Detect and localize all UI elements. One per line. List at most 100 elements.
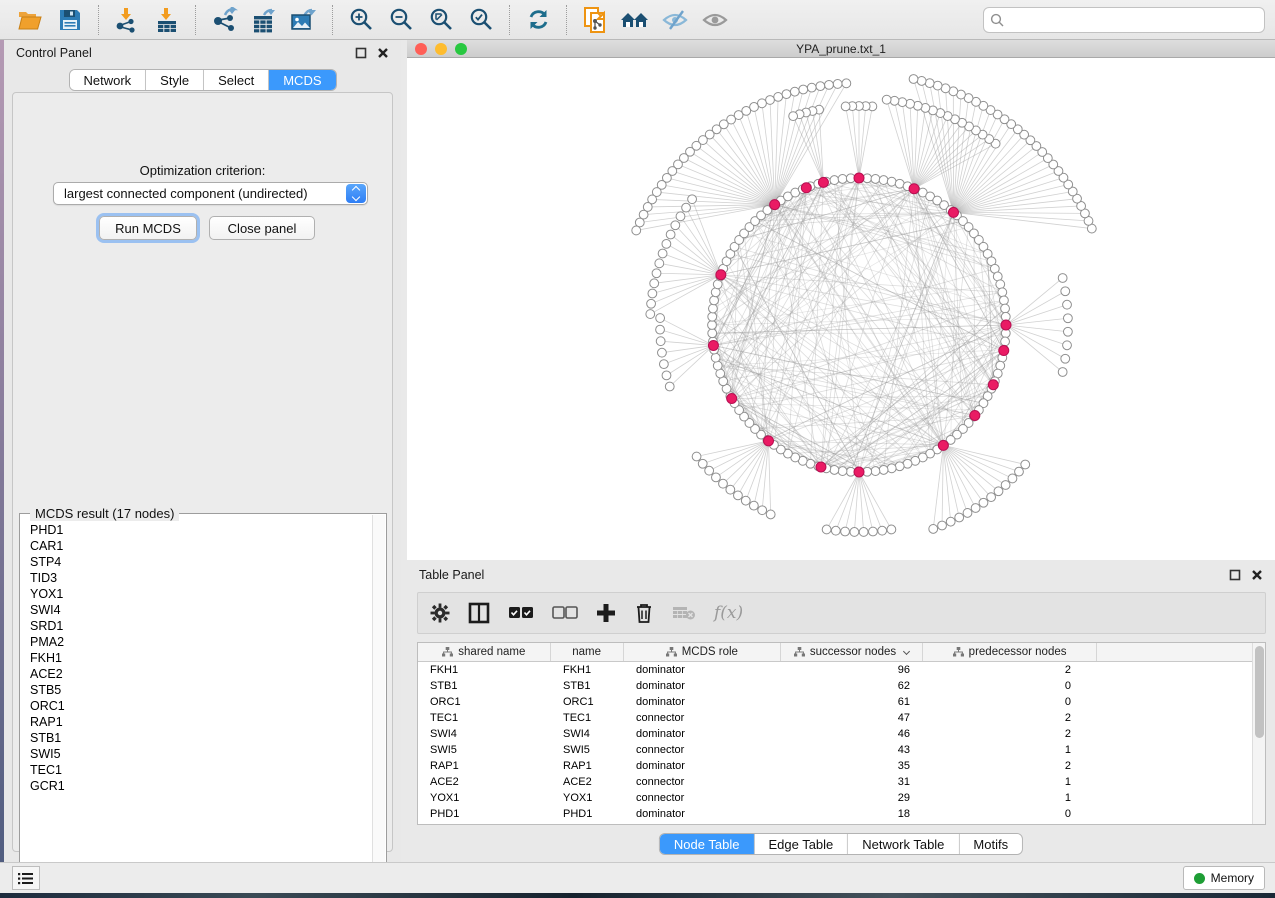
mcds-result-item[interactable]: SRD1 (30, 618, 372, 634)
mcds-result-item[interactable]: STB5 (30, 682, 372, 698)
export-table-button[interactable] (244, 3, 284, 37)
mcds-result-item[interactable]: SWI5 (30, 746, 372, 762)
optimization-criterion-select[interactable]: largest connected component (undirected) (53, 182, 368, 205)
table-row[interactable]: SWI5SWI5connector431 (418, 742, 1252, 758)
table-row[interactable]: PHD1PHD1dominator180 (418, 806, 1252, 822)
cell-mcds_role[interactable]: connector (624, 742, 782, 758)
cell-successor_nodes[interactable]: 46 (782, 726, 924, 742)
cell-predecessor_nodes[interactable]: 0 (924, 694, 1099, 710)
column-header-MCDS-role[interactable]: MCDS role (624, 643, 782, 661)
mcds-result-item[interactable]: STB1 (30, 730, 372, 746)
table-row[interactable]: ACE2ACE2connector311 (418, 774, 1252, 790)
cell-shared_name[interactable]: STB1 (418, 678, 551, 694)
cell-predecessor_nodes[interactable]: 2 (924, 710, 1099, 726)
select-all-icon[interactable] (508, 606, 534, 620)
cell-mcds_role[interactable]: dominator (624, 758, 782, 774)
gear-icon[interactable] (430, 603, 450, 623)
cell-predecessor_nodes[interactable]: 2 (924, 726, 1099, 742)
cell-mcds_role[interactable]: dominator (624, 662, 782, 678)
column-header-successor-nodes[interactable]: successor nodes (781, 643, 923, 661)
close-panel-icon[interactable] (377, 47, 389, 59)
cell-shared_name[interactable]: RAP1 (418, 758, 551, 774)
mcds-result-item[interactable]: STP4 (30, 554, 372, 570)
table-row[interactable]: TEC1TEC1connector472 (418, 710, 1252, 726)
mcds-result-item[interactable]: PMA2 (30, 634, 372, 650)
zoom-selected-button[interactable] (461, 3, 501, 37)
cell-name[interactable]: PHD1 (551, 806, 624, 822)
export-image-button[interactable] (284, 3, 324, 37)
search-input[interactable] (983, 7, 1265, 33)
cell-predecessor_nodes[interactable]: 2 (924, 662, 1099, 678)
zoom-in-button[interactable] (341, 3, 381, 37)
tab-mcds[interactable]: MCDS (269, 70, 335, 90)
cell-successor_nodes[interactable]: 18 (782, 806, 924, 822)
tab-select[interactable]: Select (204, 70, 269, 90)
cell-successor_nodes[interactable]: 61 (782, 694, 924, 710)
cell-predecessor_nodes[interactable]: 0 (924, 806, 1099, 822)
columns-icon[interactable] (468, 602, 490, 624)
show-all-button[interactable] (695, 3, 735, 37)
mcds-result-item[interactable]: PHD1 (30, 522, 372, 538)
cell-predecessor_nodes[interactable]: 1 (924, 774, 1099, 790)
cell-predecessor_nodes[interactable]: 1 (924, 742, 1099, 758)
mcds-result-item[interactable]: YOX1 (30, 586, 372, 602)
deselect-all-icon[interactable] (552, 606, 578, 620)
cell-name[interactable]: SWI5 (551, 742, 624, 758)
cell-successor_nodes[interactable]: 47 (782, 710, 924, 726)
cell-predecessor_nodes[interactable]: 1 (924, 790, 1099, 806)
table-row[interactable]: SWI4SWI4dominator462 (418, 726, 1252, 742)
import-network-button[interactable] (107, 3, 147, 37)
cell-successor_nodes[interactable]: 96 (782, 662, 924, 678)
cell-mcds_role[interactable]: dominator (624, 726, 782, 742)
save-session-button[interactable] (50, 3, 90, 37)
table-row[interactable]: RAP1RAP1dominator352 (418, 758, 1252, 774)
memory-button[interactable]: Memory (1183, 866, 1265, 890)
cell-name[interactable]: ORC1 (551, 694, 624, 710)
cell-shared_name[interactable]: SWI5 (418, 742, 551, 758)
column-header-predecessor-nodes[interactable]: predecessor nodes (923, 643, 1098, 661)
cell-mcds_role[interactable]: dominator (624, 678, 782, 694)
duplicate-network-button[interactable] (575, 3, 615, 37)
float-panel-icon[interactable] (355, 47, 367, 59)
cell-shared_name[interactable]: ORC1 (418, 694, 551, 710)
cell-shared_name[interactable]: PHD1 (418, 806, 551, 822)
first-neighbors-button[interactable] (615, 3, 655, 37)
tab-network-table[interactable]: Network Table (848, 834, 959, 854)
mcds-list-scrollbar[interactable] (372, 515, 385, 879)
cell-shared_name[interactable]: FKH1 (418, 662, 551, 678)
cell-mcds_role[interactable]: connector (624, 710, 782, 726)
cell-mcds_role[interactable]: dominator (624, 806, 782, 822)
table-row[interactable]: YOX1YOX1connector291 (418, 790, 1252, 806)
table-row[interactable]: ORC1ORC1dominator610 (418, 694, 1252, 710)
cell-shared_name[interactable]: YOX1 (418, 790, 551, 806)
cell-mcds_role[interactable]: connector (624, 790, 782, 806)
run-mcds-button[interactable]: Run MCDS (99, 216, 197, 240)
zoom-out-button[interactable] (381, 3, 421, 37)
tab-motifs[interactable]: Motifs (959, 834, 1022, 854)
cell-successor_nodes[interactable]: 29 (782, 790, 924, 806)
cell-name[interactable]: FKH1 (551, 662, 624, 678)
cell-successor_nodes[interactable]: 62 (782, 678, 924, 694)
cell-name[interactable]: STB1 (551, 678, 624, 694)
float-panel-icon[interactable] (1229, 569, 1241, 581)
open-file-button[interactable] (10, 3, 50, 37)
mcds-result-item[interactable]: GCR1 (30, 778, 372, 794)
add-icon[interactable] (596, 603, 616, 623)
cell-name[interactable]: TEC1 (551, 710, 624, 726)
hide-selected-button[interactable] (655, 3, 695, 37)
tab-network[interactable]: Network (69, 70, 146, 90)
tab-style[interactable]: Style (146, 70, 204, 90)
table-row[interactable]: FKH1FKH1dominator962 (418, 662, 1252, 678)
mcds-result-item[interactable]: RAP1 (30, 714, 372, 730)
close-panel-icon[interactable] (1251, 569, 1263, 581)
zoom-fit-button[interactable] (421, 3, 461, 37)
task-history-button[interactable] (12, 866, 40, 890)
column-header-name[interactable]: name (551, 643, 624, 661)
cell-predecessor_nodes[interactable]: 2 (924, 758, 1099, 774)
table-row[interactable]: STB1STB1dominator620 (418, 678, 1252, 694)
mcds-result-item[interactable]: CAR1 (30, 538, 372, 554)
table-scrollbar[interactable] (1252, 643, 1265, 824)
cell-name[interactable]: RAP1 (551, 758, 624, 774)
cell-successor_nodes[interactable]: 35 (782, 758, 924, 774)
cell-mcds_role[interactable]: dominator (624, 694, 782, 710)
